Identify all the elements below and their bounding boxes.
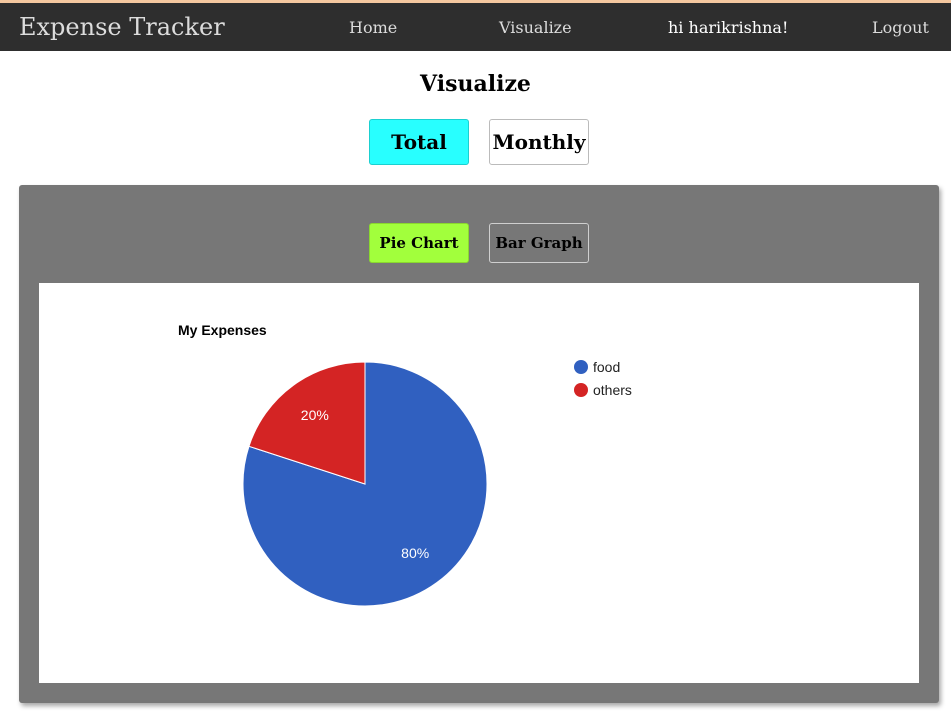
pie-label-food: 80%	[401, 545, 429, 561]
monthly-button[interactable]: Monthly	[489, 119, 589, 165]
bar-graph-button[interactable]: Bar Graph	[489, 223, 589, 263]
total-button[interactable]: Total	[369, 119, 469, 165]
legend-label-others[interactable]: others	[593, 382, 632, 398]
pie-label-others: 20%	[301, 407, 329, 423]
nav-logout-link[interactable]: Logout	[872, 18, 929, 37]
chart-title: My Expenses	[178, 322, 267, 338]
navbar: Expense Tracker Home Visualize hi harikr…	[0, 3, 951, 51]
chart-area: My Expenses 80% 20% food others	[39, 283, 919, 683]
pie-chart: My Expenses 80% 20% food others	[178, 322, 632, 607]
user-greeting: hi harikrishna!	[668, 18, 789, 37]
legend-marker-food	[574, 360, 588, 374]
legend-label-food[interactable]: food	[593, 359, 620, 375]
nav-visualize-link[interactable]: Visualize	[499, 18, 572, 37]
nav-home-link[interactable]: Home	[349, 18, 397, 37]
pie-slices: 80% 20%	[242, 361, 488, 607]
legend-marker-others	[574, 383, 588, 397]
page-title: Visualize	[420, 71, 531, 97]
brand-logo[interactable]: Expense Tracker	[19, 13, 225, 41]
pie-chart-button[interactable]: Pie Chart	[369, 223, 469, 263]
chart-legend: food others	[574, 359, 632, 398]
